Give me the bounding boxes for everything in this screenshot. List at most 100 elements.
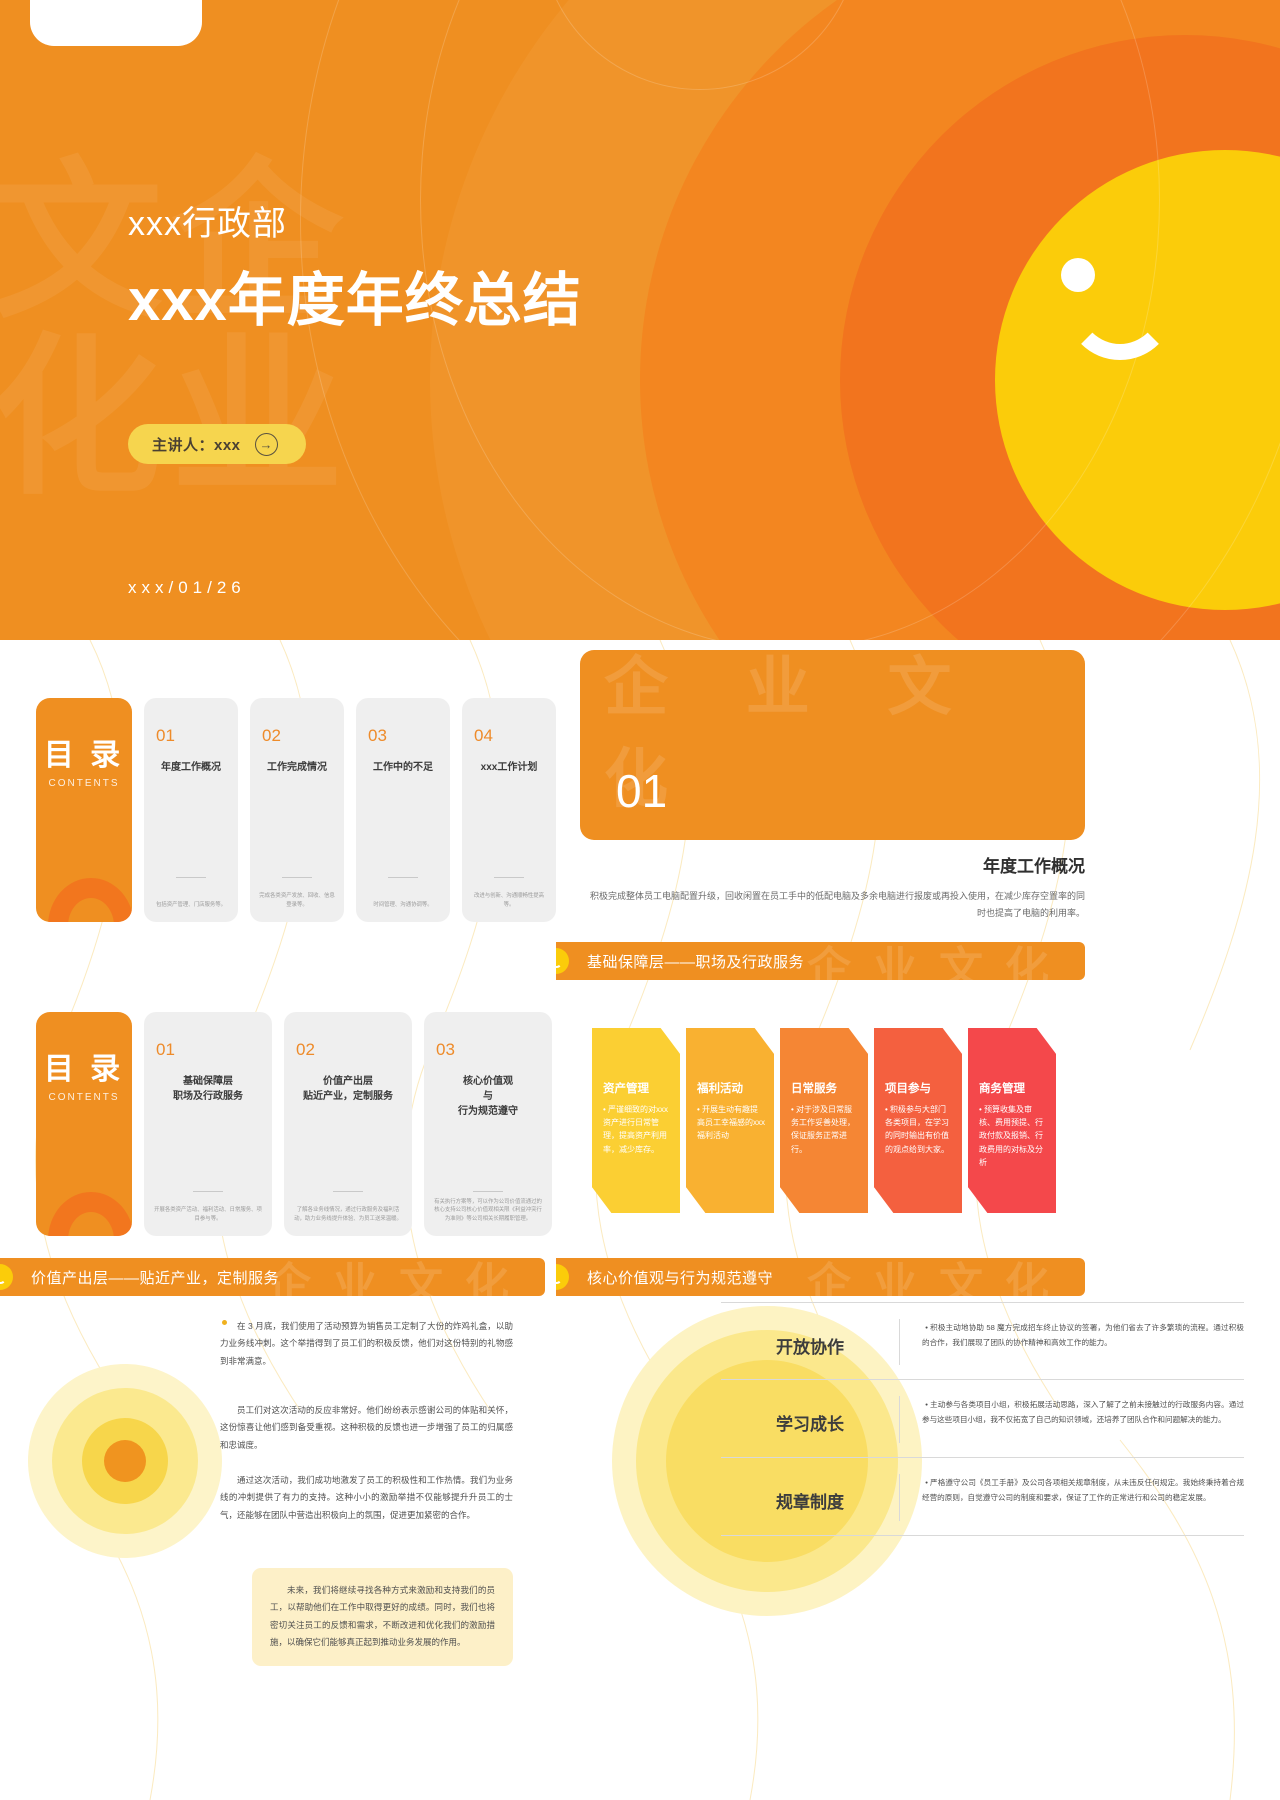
- title-slide: 企业文化 xxx行政部 xxx年度年终总结 主讲人：xxx → xxx/01/2…: [0, 0, 1280, 640]
- toc-card[interactable]: 01 年度工作概况 包括资产管理、门店服务等。: [144, 698, 238, 922]
- chevron-step[interactable]: 日常服务 对于涉及日常服务工作妥善处理，保证服务正常进行。: [780, 1028, 868, 1213]
- chevron-step[interactable]: 资产管理 严谨细致的对xxx资产进行日常管理，提高资产利用率，减少库存。: [592, 1028, 680, 1213]
- toc-divider: [193, 1191, 223, 1192]
- toc-divider: [388, 877, 418, 878]
- core-value-text: 严格遵守公司《员工手册》及公司各项相关规章制度，从未违反任何规定。我始终秉持着合…: [900, 1474, 1244, 1506]
- chevron-step[interactable]: 商务管理 预算收集及审核、费用预提、行政付款及报销、行政费用的对标及分析: [968, 1028, 1056, 1213]
- toc-number: 01: [156, 1040, 175, 1059]
- core-value-key: 规章制度: [776, 1493, 844, 1512]
- section-banner: 企 业 文 化 01: [580, 650, 1085, 840]
- chevron-title: 福利活动: [697, 1083, 743, 1095]
- toc-divider: [282, 877, 312, 878]
- toc-title: 年度工作概况: [161, 762, 221, 773]
- section-title: 年度工作概况: [983, 857, 1085, 876]
- toc-block-1: 目 录 CONTENTS 01 年度工作概况 包括资产管理、门店服务等。 02 …: [36, 698, 556, 922]
- toc-title: 核心价值观 与 行为规范遵守: [458, 1076, 518, 1117]
- toc-desc: 完成各类资产发放、回收、信息登录等。: [259, 893, 335, 908]
- toc-badge: 目 录 CONTENTS: [36, 698, 132, 922]
- value-note-box: 未来，我们将继续寻找各种方式来激励和支持我们的员工，以帮助他们在工作中取得更好的…: [252, 1568, 513, 1666]
- bar-label: 价值产出层——贴近产业，定制服务: [31, 1269, 280, 1287]
- table-row[interactable]: 开放协作 积极主动地协助 58 魔方完成招车终止协议的签署，为他们省去了许多繁琐…: [721, 1302, 1244, 1380]
- toc-badge-blob: [48, 1192, 132, 1236]
- bar-core-values: 核心价值观与行为规范遵守 企业文化: [556, 1258, 1085, 1296]
- speaker-label: 主讲人：xxx: [152, 436, 241, 454]
- core-value-key: 开放协作: [776, 1338, 844, 1357]
- page-title: xxx年度年终总结: [128, 268, 582, 333]
- arrow-right-icon[interactable]: →: [254, 432, 278, 456]
- speaker-button[interactable]: 主讲人：xxx →: [128, 424, 306, 464]
- chevron-body: 开展生动有趣提高员工幸福感的xxx福利活动: [697, 1103, 765, 1143]
- value-paragraph: 通过这次活动，我们成功地激发了员工的积极性和工作热情。我们为业务线的冲刺提供了有…: [220, 1475, 513, 1520]
- value-paragraph: 在 3 月底，我们使用了活动预算为销售员工定制了大份的炸鸡礼盒，以助力业务线冲刺…: [220, 1321, 513, 1366]
- toc-title: 价值产出层 贴近产业，定制服务: [303, 1076, 393, 1102]
- toc-title: 工作完成情况: [267, 762, 327, 773]
- toc-card[interactable]: 03 核心价值观 与 行为规范遵守 有关执行方案等，可以作为公司价值流通过的核心…: [424, 1012, 552, 1236]
- chevron-title: 资产管理: [603, 1083, 649, 1095]
- smiley-icon: [556, 948, 569, 974]
- toc-desc: 改进与创新、沟通顺畅性提高等。: [473, 893, 545, 908]
- toc-number: 03: [368, 726, 387, 745]
- toc-badge: 目 录 CONTENTS: [36, 1012, 132, 1236]
- toc-badge-zh: 目 录: [43, 739, 125, 772]
- top-left-notch: [30, 0, 202, 46]
- bar-watermark: 企业文化: [807, 1260, 1071, 1296]
- chevron-step[interactable]: 项目参与 积极参与大部门各类项目，在学习的同时输出有价值的观点给到大家。: [874, 1028, 962, 1213]
- toc-desc: 时间管理、沟通协调等。: [373, 901, 433, 908]
- core-value-text: 积极主动地协助 58 魔方完成招车终止协议的签署，为他们省去了许多繁琐的流程。通…: [900, 1319, 1244, 1351]
- hero-department: xxx行政部: [128, 205, 287, 243]
- toc-divider: [333, 1191, 363, 1192]
- bar-basic-guarantee: 基础保障层——职场及行政服务 企业文化: [556, 942, 1085, 980]
- toc-desc: 开展各类资产活动、福利活动、日常服务、项目参与等。: [154, 1207, 262, 1222]
- chevron-flow: 资产管理 严谨细致的对xxx资产进行日常管理，提高资产利用率，减少库存。 福利活…: [592, 1028, 1056, 1213]
- toc-number: 03: [436, 1040, 455, 1059]
- target-center: [104, 1440, 146, 1482]
- toc-badge-blob: [48, 878, 132, 922]
- hero-text-block: xxx行政部 xxx年度年终总结: [128, 196, 582, 337]
- chevron-body: 预算收集及审核、费用预提、行政付款及报销、行政费用的对标及分析: [979, 1103, 1047, 1169]
- core-values-table: 开放协作 积极主动地协助 58 魔方完成招车终止协议的签署，为他们省去了许多繁琐…: [721, 1302, 1244, 1536]
- toc-desc: 了解各业务线情况，通过行政服务及福利活动，助力业务线提升体验、为员工送来温暖。: [294, 1207, 402, 1222]
- bar-value-output: 价值产出层——贴近产业，定制服务 企业文化: [0, 1258, 545, 1296]
- hero-date: xxx/01/26: [128, 578, 246, 597]
- toc-title: xxx工作计划: [480, 762, 538, 773]
- toc-number: 01: [156, 726, 175, 745]
- toc-number: 04: [474, 726, 493, 745]
- chevron-body: 对于涉及日常服务工作妥善处理，保证服务正常进行。: [791, 1103, 859, 1156]
- toc-title: 基础保障层 职场及行政服务: [173, 1076, 243, 1102]
- section-description: 积极完成整体员工电脑配置升级，回收闲置在员工手中的低配电脑及多余电脑进行报废或再…: [589, 891, 1085, 918]
- toc-card[interactable]: 04 xxx工作计划 改进与创新、沟通顺畅性提高等。: [462, 698, 556, 922]
- chevron-title: 日常服务: [791, 1083, 837, 1095]
- toc-card[interactable]: 02 价值产出层 贴近产业，定制服务 了解各业务线情况，通过行政服务及福利活动，…: [284, 1012, 412, 1236]
- smiley-icon: [556, 1264, 569, 1290]
- toc-badge-en: CONTENTS: [48, 1092, 120, 1103]
- toc-card[interactable]: 02 工作完成情况 完成各类资产发放、回收、信息登录等。: [250, 698, 344, 922]
- smiley-icon: [0, 1264, 13, 1290]
- toc-divider: [176, 877, 206, 878]
- toc-desc: 包括资产管理、门店服务等。: [155, 901, 227, 908]
- section-number: 01: [616, 765, 668, 817]
- toc-card[interactable]: 03 工作中的不足 时间管理、沟通协调等。: [356, 698, 450, 922]
- content-sheet: 目 录 CONTENTS 01 年度工作概况 包括资产管理、门店服务等。 02 …: [0, 640, 1280, 1800]
- core-value-key: 学习成长: [776, 1415, 844, 1434]
- chevron-title: 项目参与: [885, 1083, 931, 1095]
- toc-badge-zh: 目 录: [43, 1053, 125, 1086]
- toc-title: 工作中的不足: [373, 762, 433, 773]
- toc-block-2: 目 录 CONTENTS 01 基础保障层 职场及行政服务 开展各类资产活动、福…: [36, 1012, 552, 1236]
- toc-divider: [494, 877, 524, 878]
- value-paragraph: 员工们对这次活动的反应非常好。他们纷纷表示感谢公司的体贴和关怀，这份惊喜让他们感…: [220, 1405, 513, 1450]
- toc-card[interactable]: 01 基础保障层 职场及行政服务 开展各类资产活动、福利活动、日常服务、项目参与…: [144, 1012, 272, 1236]
- bar-watermark: 企业文化: [267, 1260, 531, 1296]
- section-banner-watermark: 企 业 文 化: [604, 651, 982, 815]
- chevron-body: 积极参与大部门各类项目，在学习的同时输出有价值的观点给到大家。: [885, 1103, 953, 1156]
- chevron-body: 严谨细致的对xxx资产进行日常管理，提高资产利用率，减少库存。: [603, 1103, 671, 1156]
- value-output-panel: 在 3 月底，我们使用了活动预算为销售员工定制了大份的炸鸡礼盒，以助力业务线冲刺…: [0, 1296, 545, 1796]
- toc-number: 02: [262, 726, 281, 745]
- chevron-step[interactable]: 福利活动 开展生动有趣提高员工幸福感的xxx福利活动: [686, 1028, 774, 1213]
- bar-label: 核心价值观与行为规范遵守: [587, 1269, 774, 1287]
- table-row[interactable]: 学习成长 主动参与各类项目小组，积极拓展活动思路，深入了解了之前未接触过的行政服…: [721, 1380, 1244, 1458]
- core-values-panel: 开放协作 积极主动地协助 58 魔方完成招车终止协议的签署，为他们省去了许多繁琐…: [556, 1296, 1280, 1796]
- toc-desc: 有关执行方案等，可以作为公司价值流通过的核心支持公司核心价值观相关限《利益冲突行…: [434, 1198, 542, 1222]
- table-row[interactable]: 规章制度 严格遵守公司《员工手册》及公司各项相关规章制度，从未违反任何规定。我始…: [721, 1458, 1244, 1536]
- bar-watermark: 企业文化: [807, 944, 1071, 980]
- bar-label: 基础保障层——职场及行政服务: [587, 953, 805, 971]
